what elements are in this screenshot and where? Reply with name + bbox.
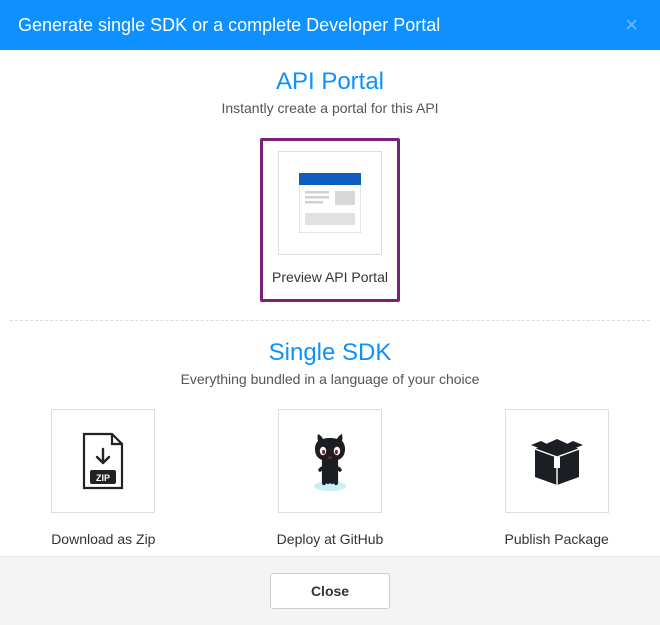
zip-card-label: Download as Zip xyxy=(51,531,155,547)
dialog-body: API Portal Instantly create a portal for… xyxy=(0,50,660,556)
deploy-github-card[interactable]: Deploy at GitHub xyxy=(260,409,400,547)
portal-card-row: Preview API Portal xyxy=(10,138,650,302)
package-tile xyxy=(505,409,609,513)
zip-tile: ZIP xyxy=(51,409,155,513)
github-card-label: Deploy at GitHub xyxy=(277,531,384,547)
sdk-subheading: Everything bundled in a language of your… xyxy=(10,371,650,387)
package-card-label: Publish Package xyxy=(504,531,608,547)
sdk-heading: Single SDK xyxy=(10,339,650,367)
portal-card-label: Preview API Portal xyxy=(272,269,388,285)
portal-subheading: Instantly create a portal for this API xyxy=(10,100,650,116)
svg-text:ZIP: ZIP xyxy=(96,473,110,483)
zip-file-icon: ZIP xyxy=(78,432,128,490)
dialog-title: Generate single SDK or a complete Develo… xyxy=(18,15,621,36)
github-tile xyxy=(278,409,382,513)
package-box-icon xyxy=(529,435,585,487)
sdk-card-row: ZIP Download as Zip xyxy=(10,409,650,547)
publish-package-card[interactable]: Publish Package xyxy=(487,409,627,547)
portal-heading: API Portal xyxy=(10,68,650,96)
download-zip-card[interactable]: ZIP Download as Zip xyxy=(33,409,173,547)
section-divider xyxy=(10,320,650,321)
github-octocat-icon xyxy=(299,430,361,492)
dialog-footer: Close xyxy=(0,556,660,625)
document-portal-icon xyxy=(299,173,361,233)
close-button[interactable]: Close xyxy=(270,573,390,609)
close-icon[interactable]: × xyxy=(621,14,642,36)
portal-preview-icon xyxy=(278,151,382,255)
preview-api-portal-card[interactable]: Preview API Portal xyxy=(260,138,400,302)
dialog-header: Generate single SDK or a complete Develo… xyxy=(0,0,660,50)
